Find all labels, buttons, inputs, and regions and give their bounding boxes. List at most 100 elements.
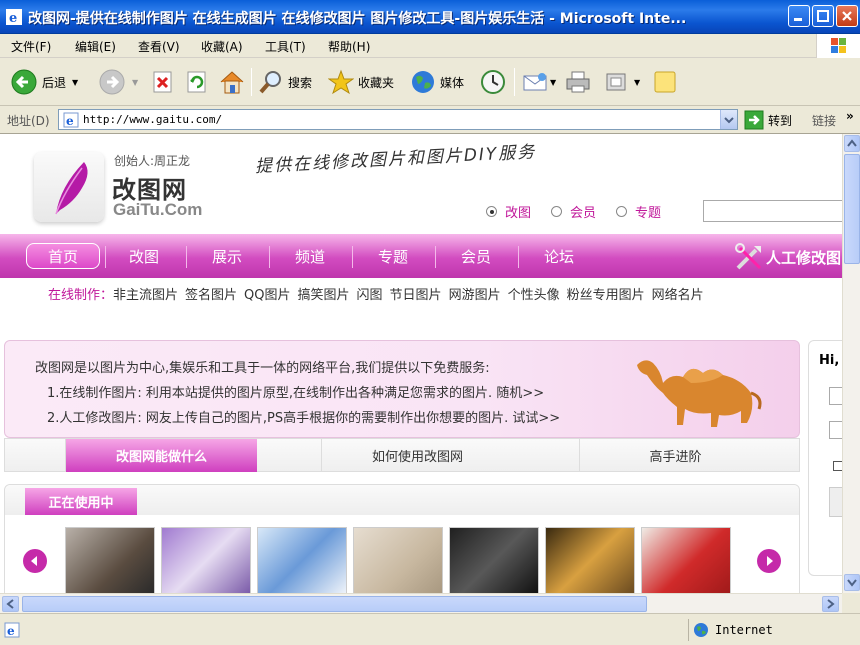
subnav-item[interactable]: QQ图片	[244, 288, 290, 303]
menu-file[interactable]: 文件(F)	[11, 38, 51, 55]
carousel-prev-button[interactable]	[23, 549, 47, 573]
mail-button[interactable]: ▼	[522, 66, 556, 98]
radio-gaitu[interactable]	[486, 206, 497, 217]
address-dropdown-button[interactable]	[720, 110, 737, 129]
nav-gaitu[interactable]: 改图	[129, 246, 159, 267]
horizontal-scrollbar[interactable]	[0, 593, 842, 613]
tab-how-to-use[interactable]: 如何使用改图网	[321, 439, 513, 472]
address-input[interactable]: e http://www.gaitu.com/	[58, 109, 738, 130]
site-logo[interactable]	[34, 152, 104, 222]
menu-tools[interactable]: 工具(T)	[265, 38, 306, 55]
tab-advanced[interactable]: 高手进阶	[579, 439, 771, 472]
radio-topic[interactable]	[616, 206, 628, 217]
svg-text:e: e	[9, 11, 17, 25]
gallery-image[interactable]	[353, 527, 443, 593]
subnav-item[interactable]: 节日图片	[390, 288, 442, 303]
home-button[interactable]	[218, 66, 246, 98]
username-input[interactable]	[829, 387, 842, 405]
gallery-image[interactable]	[65, 527, 155, 593]
service-2[interactable]: 2.人工修改图片: 网友上传自己的图片,PS高手根据你的需要制作出你想要的图片.…	[47, 407, 560, 426]
nav-showcase[interactable]: 展示	[212, 246, 242, 267]
maximize-button[interactable]	[812, 5, 834, 27]
horizontal-scroll-thumb[interactable]	[22, 596, 647, 612]
menu-edit[interactable]: 编辑(E)	[75, 38, 116, 55]
messenger-button[interactable]	[652, 66, 678, 98]
refresh-icon	[187, 71, 206, 93]
nav-topic[interactable]: 专题	[378, 246, 408, 267]
forward-dropdown-icon[interactable]: ▼	[132, 78, 138, 87]
links-button[interactable]: 链接	[812, 112, 836, 129]
gallery-image[interactable]	[545, 527, 635, 593]
carousel-next-button[interactable]	[757, 549, 781, 573]
page-viewport: 创始人:周正龙 改图网 GaiTu.Com 提供在线修改图片和图片DIY服务 改…	[0, 134, 842, 593]
go-button[interactable]: 转到	[744, 110, 792, 130]
history-icon	[481, 70, 505, 94]
gallery-image[interactable]	[161, 527, 251, 593]
status-bar: e Internet	[0, 613, 860, 645]
window-title-bar[interactable]: e 改图网-提供在线制作图片 在线生成图片 在线修改图片 图片修改工具-图片娱乐…	[0, 0, 860, 34]
minimize-button[interactable]	[788, 5, 810, 27]
nav-channel[interactable]: 频道	[295, 246, 325, 267]
vertical-scrollbar[interactable]	[842, 134, 860, 593]
history-button[interactable]	[480, 66, 506, 98]
subnav-item[interactable]: 签名图片	[185, 288, 237, 303]
gallery-image[interactable]	[641, 527, 731, 593]
page-icon: e	[63, 112, 79, 128]
nav-home[interactable]: 首页	[48, 246, 78, 267]
subnav-item[interactable]: 网游图片	[449, 288, 501, 303]
subnav-item[interactable]: 粉丝专用图片	[567, 288, 645, 303]
security-zone[interactable]: Internet	[688, 619, 848, 641]
forward-button[interactable]: ▼	[98, 66, 138, 98]
menu-help[interactable]: 帮助(H)	[328, 38, 370, 55]
subnav-item[interactable]: 搞笑图片	[298, 288, 350, 303]
nav-forum[interactable]: 论坛	[544, 246, 574, 267]
svg-text:e: e	[66, 114, 74, 128]
now-using-tab[interactable]: 正在使用中	[25, 488, 137, 515]
subnav-item[interactable]: 网络名片	[652, 288, 704, 303]
tab-what-can-do[interactable]: 改图网能做什么	[65, 439, 257, 472]
back-arrow-icon	[11, 69, 37, 95]
gallery-image[interactable]	[449, 527, 539, 593]
vertical-scroll-thumb[interactable]	[844, 154, 860, 264]
radio-member[interactable]	[551, 206, 563, 217]
refresh-button[interactable]	[186, 66, 208, 98]
mail-icon	[523, 73, 547, 91]
gallery-image[interactable]	[257, 527, 347, 593]
login-button[interactable]	[829, 487, 842, 517]
nav-member[interactable]: 会员	[461, 246, 491, 267]
search-button[interactable]: 搜索	[258, 66, 312, 98]
close-button[interactable]	[836, 5, 858, 27]
favorites-button[interactable]: 收藏夹	[328, 66, 394, 98]
subnav-item[interactable]: 闪图	[357, 288, 383, 303]
subnav-item[interactable]: 非主流图片	[113, 288, 178, 303]
remember-checkbox[interactable]	[833, 461, 842, 471]
service-1[interactable]: 1.在线制作图片: 利用本站提供的图片原型,在线制作出各种满足您需求的图片. 随…	[47, 382, 544, 401]
menu-view[interactable]: 查看(V)	[138, 38, 180, 55]
edit-button[interactable]: ▼	[604, 66, 640, 98]
menu-favorites[interactable]: 收藏(A)	[201, 38, 243, 55]
subnav-lead: 在线制作：	[48, 288, 114, 303]
scroll-up-button[interactable]	[844, 135, 860, 152]
scroll-left-button[interactable]	[2, 596, 19, 612]
stop-button[interactable]	[152, 66, 174, 98]
site-search-input[interactable]	[703, 200, 842, 222]
links-chevron-icon[interactable]: »	[846, 109, 854, 123]
back-button[interactable]: 后退 ▼	[10, 66, 78, 98]
mail-dropdown-icon[interactable]: ▼	[550, 78, 556, 87]
greeting-text: Hi,	[819, 353, 840, 368]
address-label: 地址(D)	[7, 114, 50, 128]
media-button[interactable]: 媒体	[410, 66, 464, 98]
creator-text: 创始人:周正龙	[114, 154, 191, 168]
page-status-icon: e	[4, 622, 20, 638]
print-button[interactable]	[564, 66, 592, 98]
window-title: 改图网-提供在线制作图片 在线生成图片 在线修改图片 图片修改工具-图片娱乐生活…	[28, 11, 687, 27]
subnav-item[interactable]: 个性头像	[508, 288, 560, 303]
search-icon	[259, 71, 281, 94]
password-input[interactable]	[829, 421, 842, 439]
brand-domain: GaiTu.Com	[113, 200, 203, 219]
back-dropdown-icon[interactable]: ▼	[72, 78, 78, 87]
edit-dropdown-icon[interactable]: ▼	[634, 78, 640, 87]
scroll-right-button[interactable]	[822, 596, 839, 612]
scroll-down-button[interactable]	[844, 574, 860, 591]
nav-manual-edit[interactable]: 人工修改图	[734, 242, 841, 272]
